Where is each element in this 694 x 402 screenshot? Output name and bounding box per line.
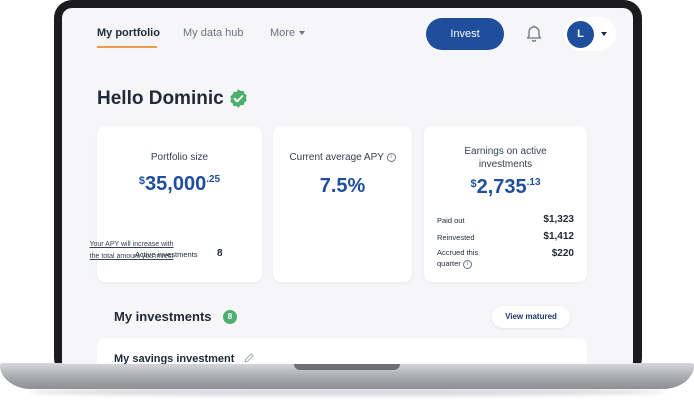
card-title: Earnings on active investments <box>424 145 587 171</box>
paid-out-value: $1,323 <box>543 214 574 225</box>
currency-symbol: $ <box>470 178 477 190</box>
apy-value-text: 7.5% <box>319 175 366 197</box>
reinvested-value: $1,412 <box>543 231 574 242</box>
paid-out-label: Paid out <box>437 216 465 225</box>
amount-whole: 2,735 <box>476 176 527 198</box>
info-icon[interactable]: i <box>462 259 472 269</box>
note-line: the total amount you invest <box>89 253 174 260</box>
tab-label: My portfolio <box>97 27 160 39</box>
amount-cents: .13 <box>526 177 541 188</box>
investments-count-badge: 8 <box>223 310 237 324</box>
section-title: My investments <box>114 309 212 324</box>
info-icon[interactable]: i <box>386 152 396 162</box>
page-title: Hello Dominic <box>97 88 224 109</box>
currency-symbol: $ <box>138 175 146 187</box>
active-tab-underline <box>97 46 157 48</box>
portfolio-amount: $35,000.25 <box>97 173 262 196</box>
invest-button[interactable]: Invest <box>426 18 504 50</box>
tab-label: My data hub <box>183 27 244 39</box>
pencil-icon[interactable] <box>243 352 255 364</box>
card-title: Current average APY <box>289 152 384 163</box>
amount-whole: 35,000 <box>145 173 207 195</box>
reinvested-label: Reinvested <box>437 233 475 242</box>
title-line: Earnings on active <box>464 146 547 157</box>
chevron-down-icon <box>299 31 306 36</box>
note-line: Your APY will increase with <box>89 241 174 248</box>
chevron-down-icon <box>601 32 607 36</box>
bell-icon[interactable] <box>522 22 546 46</box>
top-nav: My portfolio My data hub More Invest L <box>62 8 633 62</box>
view-matured-button[interactable]: View matured <box>492 306 570 328</box>
apy-value: 7.5% <box>273 175 412 198</box>
amount-cents: .25 <box>206 174 221 185</box>
label-line: Accrued this <box>437 248 479 257</box>
active-investments-count: 8 <box>217 248 223 259</box>
tab-my-portfolio[interactable]: My portfolio <box>97 27 160 39</box>
earnings-amount: $2,735.13 <box>424 176 587 199</box>
tab-label: More <box>270 27 296 39</box>
laptop-notch <box>294 363 400 370</box>
verified-check-icon <box>230 89 247 108</box>
app-screen: My portfolio My data hub More Invest L H… <box>62 8 633 364</box>
laptop-shadow <box>30 388 664 396</box>
tab-more[interactable]: More <box>270 27 306 39</box>
avatar: L <box>567 21 594 48</box>
account-menu-button[interactable]: L <box>564 17 616 51</box>
savings-investment-card[interactable]: My savings investment <box>97 338 587 364</box>
earnings-card: Earnings on active investments $2,735.13… <box>424 126 587 282</box>
accrued-label: Accrued this quarter i <box>437 247 478 269</box>
apy-card: Current average APY i 7.5% <box>273 126 412 282</box>
savings-title: My savings investment <box>114 353 235 364</box>
title-line: investments <box>478 159 533 170</box>
apy-note-link[interactable]: Your APY will increase with the total am… <box>72 239 191 263</box>
label-line: quarter <box>437 259 461 268</box>
tab-my-data-hub[interactable]: My data hub <box>183 27 244 39</box>
card-title: Portfolio size <box>150 152 209 163</box>
card-title-row: Current average APY i <box>273 152 412 163</box>
accrued-value: $220 <box>551 248 574 259</box>
